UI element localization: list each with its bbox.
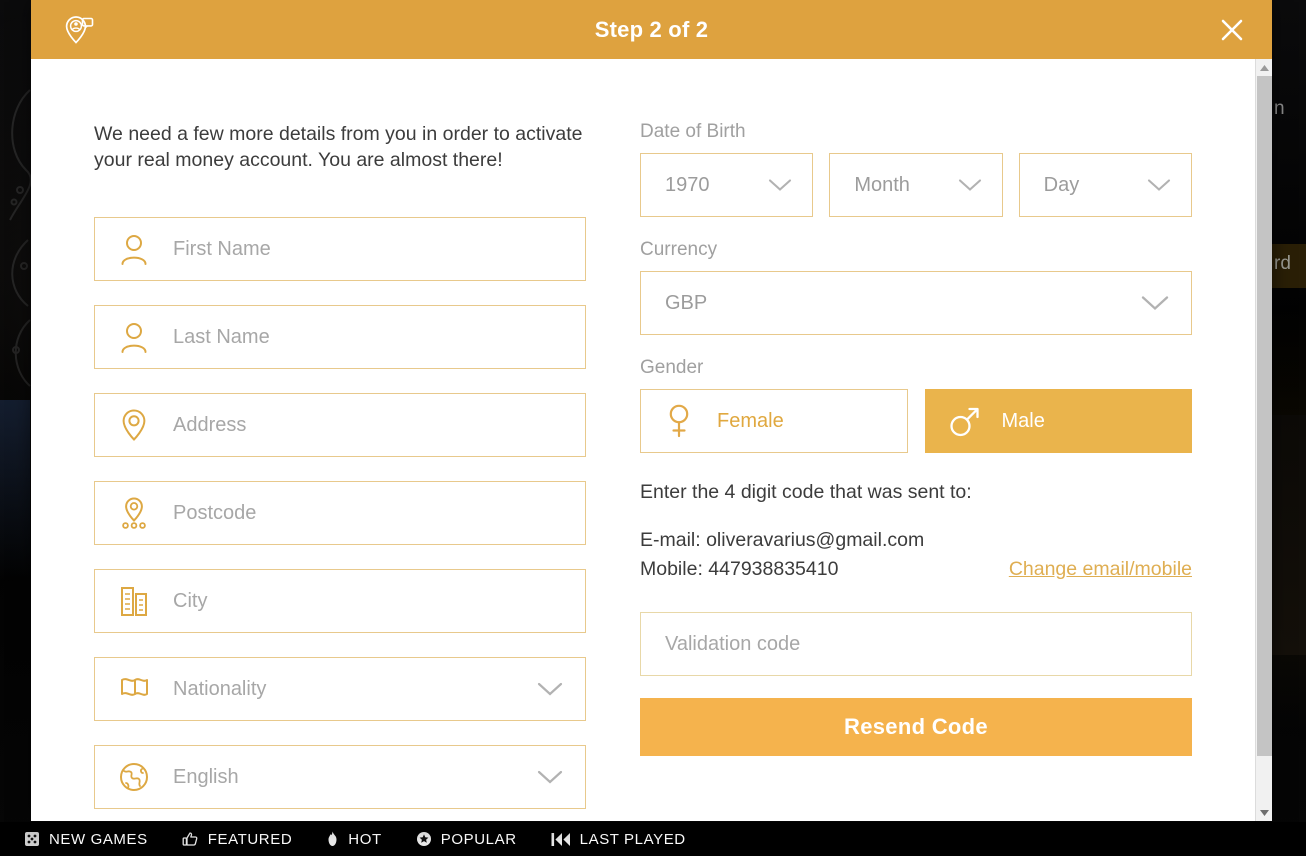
building-icon bbox=[95, 584, 173, 618]
person-icon bbox=[95, 320, 173, 354]
nav-item-featured[interactable]: FEATURED bbox=[182, 831, 293, 848]
date-of-birth-label: Date of Birth bbox=[640, 121, 746, 142]
postcode-pin-icon bbox=[95, 496, 173, 530]
chevron-down-icon bbox=[537, 682, 563, 696]
page-root: n rd NEW GAMES FEATURED HOT POPULAR LAST… bbox=[0, 0, 1306, 856]
dob-year-select[interactable]: 1970 bbox=[640, 153, 814, 217]
city-field[interactable]: City bbox=[94, 569, 586, 633]
nav-item-popular[interactable]: POPULAR bbox=[416, 831, 517, 848]
star-circle-icon bbox=[416, 832, 431, 846]
nav-label-new-games: NEW GAMES bbox=[49, 830, 148, 848]
language-field[interactable]: English bbox=[94, 745, 586, 809]
dob-day-select[interactable]: Day bbox=[1018, 153, 1192, 217]
gender-label-male: Male bbox=[1001, 409, 1045, 432]
flag-icon bbox=[95, 675, 173, 703]
nationality-placeholder: Nationality bbox=[173, 677, 267, 700]
postcode-placeholder: Postcode bbox=[173, 501, 257, 524]
modal-header: Step 2 of 2 bbox=[31, 0, 1272, 59]
chevron-down-icon bbox=[537, 770, 563, 784]
background-band-lower bbox=[1272, 415, 1306, 655]
first-name-placeholder: First Name bbox=[173, 237, 271, 260]
last-name-placeholder: Last Name bbox=[173, 325, 270, 348]
nav-label-featured: FEATURED bbox=[207, 830, 293, 848]
chevron-down-icon bbox=[769, 179, 792, 191]
map-pin-icon bbox=[95, 408, 173, 442]
chevron-down-icon bbox=[1147, 179, 1171, 191]
change-email-mobile-link[interactable]: Change email/mobile bbox=[1009, 558, 1192, 581]
city-placeholder: City bbox=[173, 589, 208, 612]
flame-icon bbox=[328, 831, 337, 846]
scroll-down-arrow-icon bbox=[1259, 809, 1269, 816]
background-glow bbox=[0, 400, 30, 580]
scrollbar-track[interactable] bbox=[1256, 76, 1273, 804]
modal-scrollbar[interactable] bbox=[1255, 59, 1272, 821]
gender-row: Female Male bbox=[640, 389, 1192, 453]
modal-body: We need a few more details from you in o… bbox=[31, 59, 1272, 821]
address-field[interactable]: Address bbox=[94, 393, 586, 457]
date-of-birth-row: 1970 Month Day bbox=[640, 153, 1192, 217]
chevron-down-icon bbox=[1141, 296, 1169, 311]
bottom-nav: NEW GAMES FEATURED HOT POPULAR LAST PLAY… bbox=[0, 822, 1306, 856]
nav-label-hot: HOT bbox=[348, 830, 382, 848]
language-placeholder: English bbox=[173, 765, 239, 788]
first-name-field[interactable]: First Name bbox=[94, 217, 586, 281]
chevron-down-icon bbox=[958, 179, 981, 191]
modal-content: We need a few more details from you in o… bbox=[31, 59, 1272, 821]
nationality-field[interactable]: Nationality bbox=[94, 657, 586, 721]
scrollbar-down-button[interactable] bbox=[1255, 804, 1272, 821]
nav-item-new-games[interactable]: NEW GAMES bbox=[24, 831, 148, 848]
gender-option-female[interactable]: Female bbox=[640, 389, 908, 453]
mobile-line: Mobile: 447938835410 bbox=[640, 558, 839, 580]
gender-option-male[interactable]: Male bbox=[924, 389, 1192, 453]
dob-day-value: Day bbox=[1043, 173, 1080, 196]
close-icon bbox=[1221, 19, 1243, 40]
location-pin-support-icon bbox=[65, 15, 94, 44]
currency-select[interactable]: GBP bbox=[640, 271, 1192, 335]
person-icon bbox=[95, 232, 173, 266]
dice-icon bbox=[25, 832, 39, 846]
nav-label-popular: POPULAR bbox=[440, 830, 517, 848]
registration-modal: Step 2 of 2 We need a few more details f… bbox=[31, 0, 1272, 821]
close-button[interactable] bbox=[1213, 11, 1251, 49]
gender-label: Gender bbox=[640, 357, 704, 378]
validation-code-field[interactable]: Validation code bbox=[640, 612, 1192, 676]
nav-item-last-played[interactable]: LAST PLAYED bbox=[551, 831, 686, 848]
thumbs-up-icon bbox=[182, 832, 198, 846]
address-placeholder: Address bbox=[173, 413, 247, 436]
background-clipped-text-mid: rd bbox=[1274, 253, 1291, 274]
globe-icon bbox=[95, 761, 173, 793]
scrollbar-up-button[interactable] bbox=[1255, 59, 1272, 76]
dob-year-value: 1970 bbox=[665, 173, 710, 196]
male-symbol-icon bbox=[926, 403, 1002, 439]
last-name-field[interactable]: Last Name bbox=[94, 305, 586, 369]
modal-title: Step 2 of 2 bbox=[594, 16, 709, 42]
validation-code-placeholder: Validation code bbox=[665, 632, 801, 655]
dob-month-select[interactable]: Month bbox=[829, 153, 1003, 217]
left-column: We need a few more details from you in o… bbox=[31, 121, 616, 821]
dob-month-value: Month bbox=[854, 173, 910, 196]
resend-code-button[interactable]: Resend Code bbox=[640, 698, 1192, 756]
female-symbol-icon bbox=[641, 402, 717, 440]
scroll-up-arrow-icon bbox=[1259, 64, 1269, 71]
gender-label-female: Female bbox=[717, 409, 784, 432]
nav-item-hot[interactable]: HOT bbox=[326, 831, 381, 848]
scrollbar-thumb[interactable] bbox=[1256, 76, 1272, 756]
currency-value: GBP bbox=[665, 291, 708, 314]
mobile-row: Mobile: 447938835410 Change email/mobile bbox=[640, 555, 1192, 584]
nav-label-last-played: LAST PLAYED bbox=[579, 830, 686, 848]
code-prompt: Enter the 4 digit code that was sent to: bbox=[640, 481, 972, 503]
email-line: E-mail: oliveravarius@gmail.com bbox=[640, 529, 925, 551]
intro-text: We need a few more details from you in o… bbox=[94, 123, 583, 171]
postcode-field[interactable]: Postcode bbox=[94, 481, 586, 545]
right-column: Date of Birth 1970 Month Day Currency GB… bbox=[616, 121, 1216, 821]
background-clipped-text-top: n bbox=[1274, 98, 1285, 119]
currency-label: Currency bbox=[640, 239, 718, 260]
rewind-icon bbox=[551, 832, 570, 846]
